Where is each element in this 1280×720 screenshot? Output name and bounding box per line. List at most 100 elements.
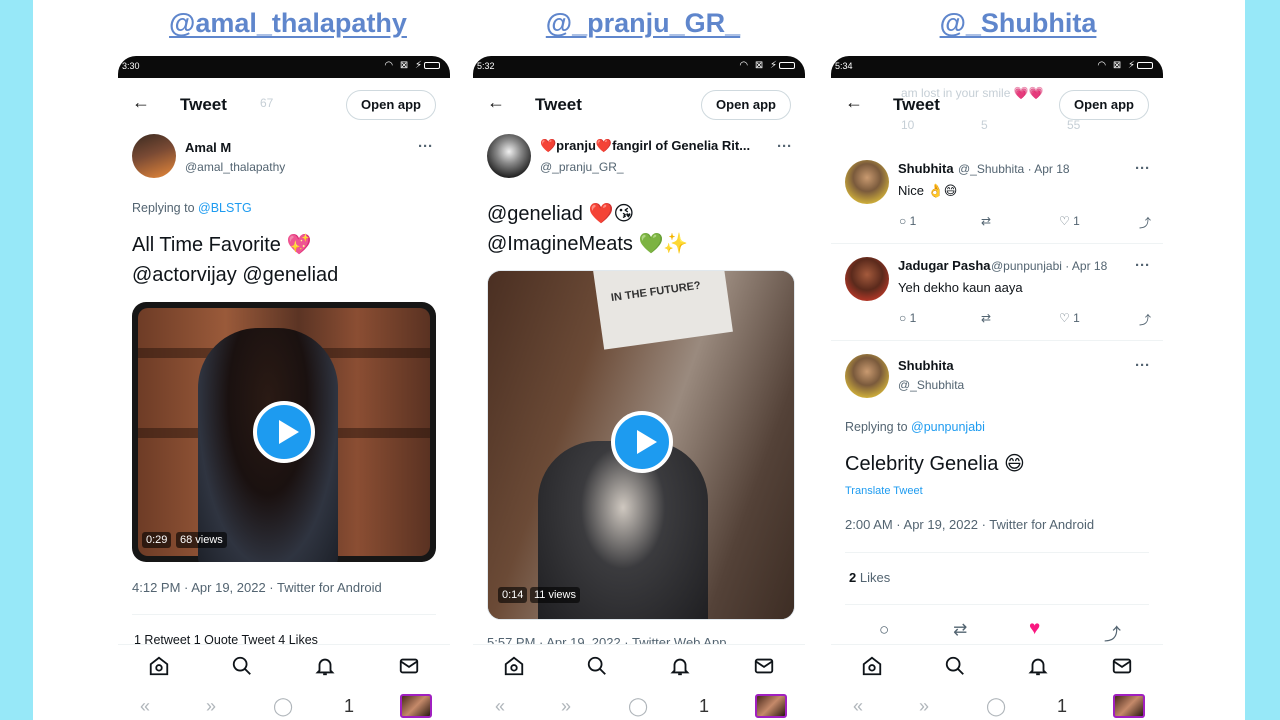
tweet-mention-imaginemeats[interactable]: @ImagineMeats 💚✨ — [487, 229, 688, 259]
search-icon[interactable] — [586, 655, 608, 677]
retweet-icon[interactable]: ⇄ — [981, 214, 991, 228]
fast-forward-icon[interactable]: » — [561, 696, 571, 717]
bell-icon[interactable] — [669, 655, 691, 677]
like-action[interactable]: ♡ 1 — [1059, 214, 1080, 228]
reply-count: 1 — [909, 311, 917, 325]
reload-icon[interactable]: ◯ — [628, 696, 648, 717]
reload-icon[interactable]: ◯ — [986, 696, 1006, 717]
reply-author-name[interactable]: Jadugar Pasha — [898, 258, 991, 273]
tweet-header: ← Tweet Open app — [473, 78, 805, 128]
author-username[interactable]: @_Shubhita — [898, 378, 964, 392]
tab-thumbnail[interactable] — [400, 694, 432, 718]
phone-screenshot-1: 3:30 ◠ ⊠ ⚡ ← Tweet 67 Open app Amal M @a… — [118, 56, 450, 720]
bottom-nav — [118, 644, 450, 688]
author-name[interactable]: ❤️pranju❤️fangirl of Genelia Rit... — [540, 138, 750, 154]
reply-icon[interactable]: ○ — [879, 620, 889, 640]
reply-meta[interactable]: @_Shubhita · Apr 18 — [958, 162, 1070, 176]
rewind-icon[interactable]: « — [853, 696, 863, 717]
author-name[interactable]: Amal M — [185, 140, 231, 155]
reply-action[interactable]: ○ 1 — [899, 214, 916, 228]
tweet-header: ← Tweet 67 Open app — [118, 78, 450, 128]
like-action[interactable]: ♡ 1 — [1059, 311, 1080, 325]
tweet-text-line-1: All Time Favorite 💖 — [132, 234, 312, 256]
ghost-reply-count: 10 — [901, 118, 915, 132]
search-icon[interactable] — [944, 655, 966, 677]
home-icon[interactable] — [861, 655, 883, 677]
video-views: 68 views — [176, 532, 227, 548]
replying-to-link[interactable]: @BLSTG — [198, 201, 252, 215]
liked-heart-icon[interactable]: ♥ — [1029, 618, 1040, 640]
tweet-mention-geneliad[interactable]: @geneliad ❤️😘 — [487, 199, 634, 229]
more-options-icon[interactable]: ··· — [1135, 357, 1150, 374]
replying-to-link[interactable]: @punpunjabi — [911, 420, 985, 434]
back-arrow-icon[interactable]: ← — [845, 92, 863, 113]
fast-forward-icon[interactable]: » — [206, 696, 216, 717]
play-icon[interactable] — [253, 401, 315, 463]
open-app-button[interactable]: Open app — [346, 90, 436, 120]
status-icons: ◠ ⊠ ⚡ — [1097, 60, 1153, 71]
reload-icon[interactable]: ◯ — [273, 696, 293, 717]
more-options-icon[interactable]: ··· — [1135, 160, 1150, 177]
more-options-icon[interactable]: ··· — [418, 138, 433, 155]
tab-thumbnail[interactable] — [1113, 694, 1145, 718]
share-icon[interactable]: ⤴ — [1139, 311, 1151, 328]
rewind-icon[interactable]: « — [495, 696, 505, 717]
system-nav-bar: « » ◯ 1 — [831, 692, 1163, 720]
avatar[interactable] — [845, 257, 889, 301]
open-app-button[interactable]: Open app — [701, 90, 791, 120]
reply-author-name[interactable]: Shubhita — [898, 161, 954, 176]
avatar[interactable] — [487, 134, 531, 178]
bell-icon[interactable] — [1027, 655, 1049, 677]
system-nav-bar: « » ◯ 1 — [118, 692, 450, 720]
rewind-icon[interactable]: « — [140, 696, 150, 717]
back-arrow-icon[interactable]: ← — [487, 92, 505, 113]
tab-count[interactable]: 1 — [344, 696, 354, 717]
mail-icon[interactable] — [398, 655, 420, 677]
bell-icon[interactable] — [314, 655, 336, 677]
video-player[interactable]: IN THE FUTURE? 0:14 11 views — [487, 270, 795, 620]
back-arrow-icon[interactable]: ← — [132, 92, 150, 113]
share-icon[interactable]: ⤴ — [1139, 214, 1151, 231]
retweet-icon[interactable]: ⇄ — [953, 620, 967, 640]
reply-action[interactable]: ○ 1 — [899, 311, 916, 325]
tab-count[interactable]: 1 — [699, 696, 709, 717]
tab-thumbnail[interactable] — [755, 694, 787, 718]
video-player[interactable]: 0:29 68 views — [132, 302, 436, 562]
tweet-mentions[interactable]: @actorvijay @geneliad — [132, 260, 338, 290]
author-name[interactable]: Shubhita — [898, 358, 954, 373]
mail-icon[interactable] — [1111, 655, 1133, 677]
translate-tweet-link[interactable]: Translate Tweet — [845, 485, 923, 497]
video-duration: 0:14 — [498, 587, 528, 603]
divider — [845, 552, 1149, 553]
more-options-icon[interactable]: ··· — [777, 138, 792, 155]
avatar[interactable] — [845, 160, 889, 204]
reply-meta[interactable]: @punpunjabi · Apr 18 — [991, 259, 1107, 273]
page-title: Tweet — [180, 95, 227, 114]
tweet-timestamp: 2:00 AM · Apr 19, 2022 · Twitter for And… — [845, 517, 1095, 532]
share-icon[interactable]: ⤴ — [1104, 620, 1121, 645]
like-count: 1 — [1073, 311, 1080, 325]
search-icon[interactable] — [231, 655, 253, 677]
fast-forward-icon[interactable]: » — [919, 696, 929, 717]
play-icon[interactable] — [611, 411, 673, 473]
home-icon[interactable] — [503, 655, 525, 677]
ghost-like-count: 55 — [1067, 118, 1081, 132]
author-username[interactable]: @_pranju_GR_ — [540, 160, 624, 174]
tweet-text: Celebrity Genelia 😄 — [845, 453, 1025, 475]
author-username[interactable]: @amal_thalapathy — [185, 160, 285, 174]
likes-stat[interactable]: 2 Likes — [849, 570, 890, 585]
mail-icon[interactable] — [753, 655, 775, 677]
divider — [845, 604, 1149, 605]
status-bar: 3:30 ◠ ⊠ ⚡ — [118, 56, 450, 78]
avatar[interactable] — [132, 134, 176, 178]
retweet-icon[interactable]: ⇄ — [981, 311, 991, 325]
more-options-icon[interactable]: ··· — [1135, 257, 1150, 274]
tab-count[interactable]: 1 — [1057, 696, 1067, 717]
open-app-button[interactable]: Open app — [1059, 90, 1149, 120]
reply-text: Nice 👌😄 — [898, 183, 958, 198]
handle-label-2: @_pranju_GR_ — [545, 8, 741, 38]
avatar[interactable] — [845, 354, 889, 398]
sign-text: IN THE FUTURE? — [610, 279, 702, 305]
phone-screenshot-3: 5:34 ◠ ⊠ ⚡ am lost in your smile 💗💗 ← Tw… — [831, 56, 1163, 720]
home-icon[interactable] — [148, 655, 170, 677]
